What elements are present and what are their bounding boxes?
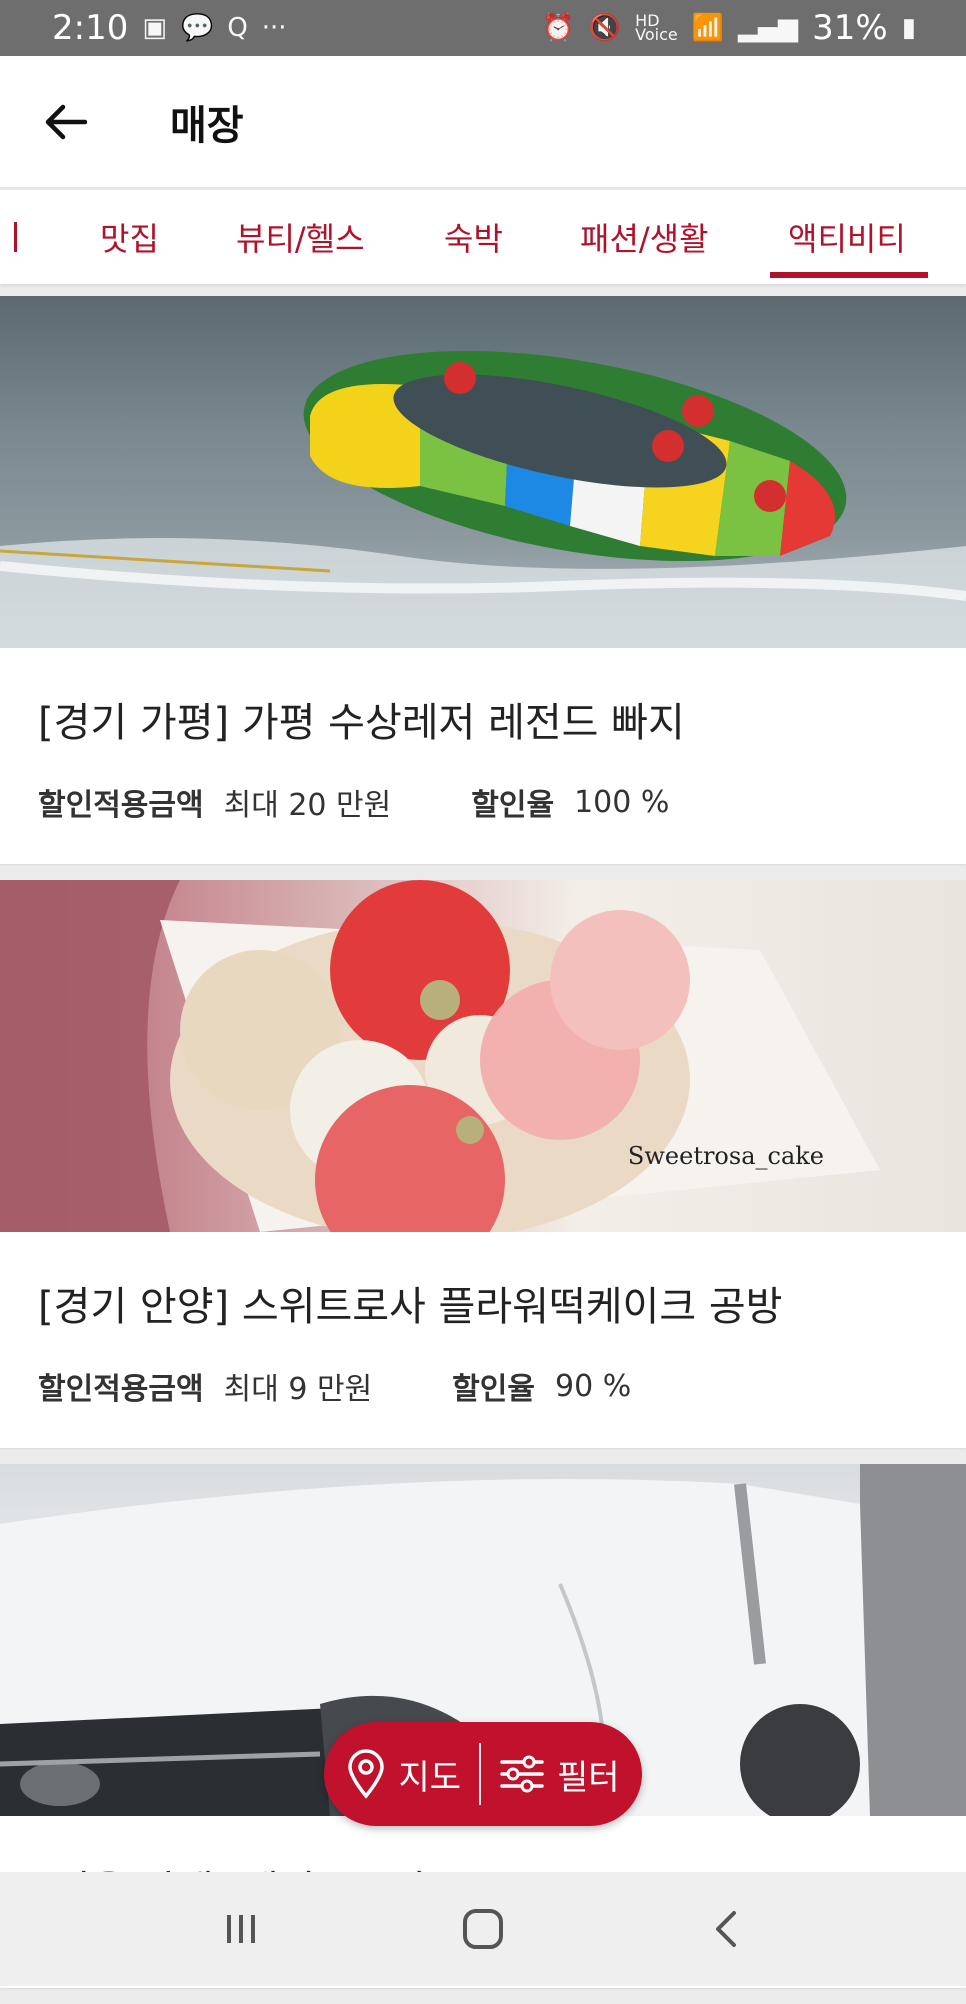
talk-icon: 💬 [180,13,214,43]
filter-button[interactable]: 필터 [481,1750,638,1799]
status-bar-right: ⏰ 🔇 HD Voice 📶 ▂▄▆ 31% ▮ [542,8,916,48]
discount-rate-label: 할인율 [471,788,555,823]
store-card-body: [경기 가평] 가평 수상레저 레전드 빠지 할인적용금액 최대 20 만원 할… [0,648,966,864]
tab-lodging[interactable]: 숙박 [444,190,503,284]
store-title: [경기 가평] 가평 수상레저 레전드 빠지 [38,700,685,746]
discount-amount-value: 최대 20 만원 [223,788,392,823]
discount-rate-value: 100 % [574,784,670,820]
wifi-icon: 📶 [691,13,725,43]
arrow-left-icon [45,104,87,139]
discount-rate-value: 90 % [554,1368,632,1404]
discount-info: 할인적용금액 최대 9 만원 할인율 90 % [38,1364,928,1408]
status-bar-left: 2:10 ▣ 💬 Q ··· [52,8,287,48]
image-caption: Sweetrosa_cake [627,1142,824,1170]
status-time: 2:10 [52,8,129,48]
app-header: 매장 [0,56,966,188]
map-filter-fab: 지도 필터 [324,1722,642,1826]
more-dots-icon: ··· [261,13,287,43]
map-button[interactable]: 지도 [328,1749,479,1799]
battery-icon: ▮ [901,13,916,43]
tab-beauty-health[interactable]: 뷰티/헬스 [236,190,365,284]
back-icon [716,1911,736,1947]
recent-apps-icon [227,1915,255,1943]
home-icon [463,1909,503,1949]
battery-percent: 31% [812,8,888,48]
alarm-icon: ⏰ [542,13,575,43]
page-title: 매장 [170,102,244,149]
map-pin-icon [348,1749,385,1799]
gallery-icon: ▣ [142,13,167,43]
map-label: 지도 [398,1757,461,1798]
discount-amount-value: 최대 9 만원 [223,1372,373,1407]
discount-amount-label: 할인적용금액 [38,1372,204,1407]
store-card[interactable]: Sweetrosa_cake [경기 안양] 스위트로사 플라워떡케이크 공방 … [0,880,966,1448]
mute-icon: 🔇 [588,13,622,43]
home-button[interactable] [443,1889,523,1969]
discount-rate-label: 할인율 [452,1372,535,1407]
tab-fashion-living[interactable]: 패션/생활 [580,190,709,284]
tab-activity[interactable]: 액티비티 [788,190,906,284]
signal-icon: ▂▄▆ [738,13,799,43]
status-bar: 2:10 ▣ 💬 Q ··· ⏰ 🔇 HD Voice 📶 ▂▄▆ 31% ▮ [0,0,966,56]
store-card-body: [경기 안양] 스위트로사 플라워떡케이크 공방 할인적용금액 최대 9 만원 … [0,1232,966,1448]
flower-cake-illustration [0,880,880,1232]
flower-cake-photo: Sweetrosa_cake [0,880,966,1232]
store-title: [경기 안양] 스위트로사 플라워떡케이크 공방 [38,1284,783,1330]
hd-voice-icon: HD Voice [635,11,678,44]
water-tube-photo [0,296,966,648]
q-icon: Q [227,13,248,43]
tab-partial-previous[interactable] [14,190,20,284]
tab-restaurants[interactable]: 맛집 [100,190,159,284]
store-card[interactable]: [경기 가평] 가평 수상레저 레전드 빠지 할인적용금액 최대 20 만원 할… [0,296,966,864]
recent-apps-button[interactable] [201,1889,281,1969]
discount-amount-label: 할인적용금액 [38,788,204,823]
system-nav-bar [0,1872,966,1986]
water-tube-illustration [0,350,966,648]
discount-info: 할인적용금액 최대 20 만원 할인율 100 % [38,780,928,824]
filter-sliders-icon [500,1755,544,1793]
filter-label: 필터 [557,1757,620,1798]
active-tab-indicator [770,272,928,278]
system-back-button[interactable] [685,1889,765,1969]
back-button[interactable] [0,56,130,188]
category-tabs: 맛집 뷰티/헬스 숙박 패션/생활 액티비티 [0,190,966,284]
